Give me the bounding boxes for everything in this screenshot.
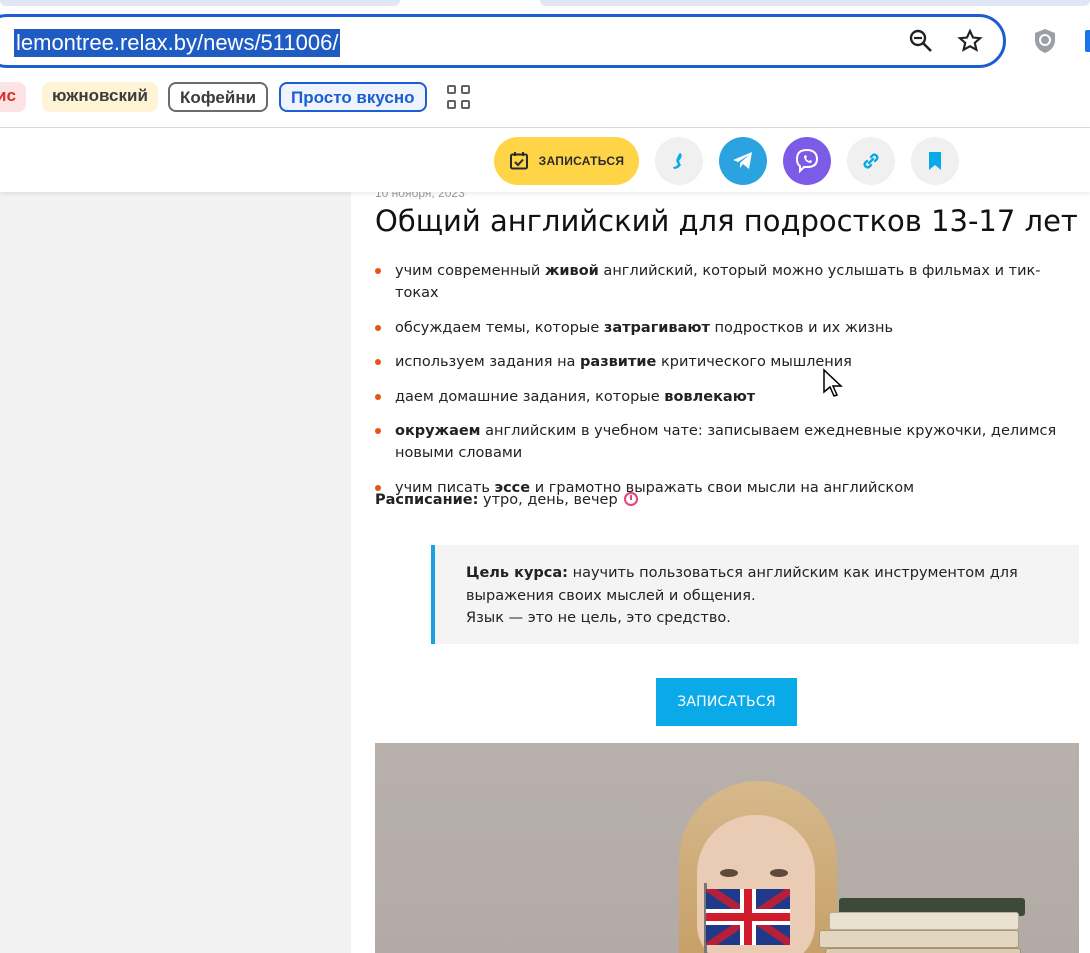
bookmark-chip[interactable]: Просто вкусно [279, 82, 427, 112]
list-item: обсуждаем темы, которые затрагивают подр… [375, 317, 1065, 339]
books-image [819, 898, 1029, 953]
schedule-line: Расписание: утро, день, вечер [375, 492, 639, 508]
bookmark-button[interactable] [911, 137, 959, 185]
url-text[interactable]: lemontree.relax.by/news/511006/ [14, 29, 341, 57]
tab-strip-right[interactable] [540, 0, 1090, 6]
zoom-out-icon[interactable] [906, 26, 936, 56]
telegram-button[interactable] [719, 137, 767, 185]
phone-button[interactable] [655, 137, 703, 185]
course-goal-quote: Цель курса: научить пользоваться английс… [431, 545, 1079, 644]
telegram-icon [733, 152, 752, 169]
article-date: 10 ноября, 2023 [375, 192, 465, 200]
goal-label: Цель курса: [466, 565, 568, 581]
share-link-button[interactable] [847, 137, 895, 185]
viber-button[interactable] [783, 137, 831, 185]
goal-note: Язык — это не цель, это средство. [466, 610, 731, 626]
feature-list: учим современный живой английский, котор… [375, 260, 1065, 511]
bookmark-chip[interactable]: Кофейни [168, 82, 269, 112]
signup-button-header[interactable]: ЗАПИСАТЬСЯ [494, 137, 639, 185]
bookmark-icon [929, 152, 941, 170]
article-title: Общий английский для подростков 13-17 ле… [375, 204, 1078, 238]
left-sidebar-area [0, 192, 351, 953]
list-item: используем задания на развитие критическ… [375, 351, 1065, 373]
article-content: 10 ноября, 2023 Общий английский для под… [351, 192, 1090, 953]
alarm-clock-icon [624, 492, 639, 506]
signup-label: ЗАПИСАТЬСЯ [538, 154, 625, 168]
schedule-label: Расписание: [375, 492, 479, 508]
list-item: окружаем английским в учебном чате: запи… [375, 420, 1065, 464]
uk-flag-image [706, 889, 790, 945]
viber-icon [795, 148, 819, 174]
link-icon [863, 153, 879, 169]
star-icon[interactable] [955, 26, 985, 56]
tab-strip[interactable] [0, 0, 400, 6]
mouse-cursor-icon [823, 368, 843, 397]
bookmark-chip[interactable]: ис [0, 82, 26, 112]
bookmark-chip[interactable]: южновский [42, 82, 158, 112]
list-item: даем домашние задания, которые вовлекают [375, 386, 1065, 408]
calendar-icon [509, 152, 528, 170]
schedule-value: утро, день, вечер [478, 492, 618, 508]
signup-button[interactable]: ЗАПИСАТЬСЯ [656, 678, 797, 726]
phone-icon [673, 153, 682, 169]
apps-grid-icon[interactable] [447, 85, 471, 109]
shield-icon[interactable] [1030, 26, 1060, 56]
article-photo [375, 743, 1079, 953]
extension-icon[interactable] [1085, 30, 1090, 52]
list-item: учим современный живой английский, котор… [375, 260, 1065, 304]
